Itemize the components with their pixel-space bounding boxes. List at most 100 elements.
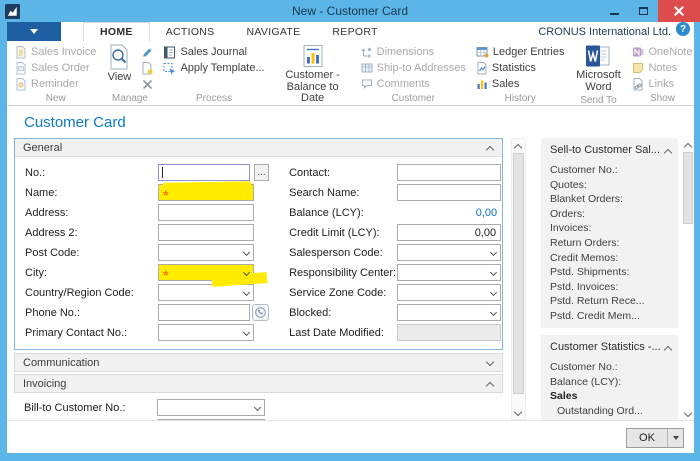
links-button[interactable]: Links bbox=[630, 77, 694, 91]
fasttab-invoicing[interactable]: Invoicing bbox=[14, 374, 503, 393]
factbox-item[interactable]: Balance (LCY): bbox=[550, 375, 672, 390]
factbox-item[interactable]: Customer No.: bbox=[550, 360, 672, 375]
salesperson-select[interactable] bbox=[397, 244, 501, 261]
bill-to-customer-select[interactable] bbox=[157, 399, 265, 416]
scroll-up-icon[interactable] bbox=[682, 138, 694, 151]
sales-journal-button[interactable]: Sales Journal bbox=[161, 45, 266, 59]
factbox-item[interactable]: Customer No.: bbox=[550, 163, 672, 178]
factbox-item[interactable]: Return Orders: bbox=[550, 236, 672, 251]
dropdown-chevron-icon[interactable] bbox=[243, 329, 250, 336]
factbox-item[interactable]: Pstd. Return Rece... bbox=[550, 294, 672, 309]
scrollbar-thumb[interactable] bbox=[513, 153, 524, 394]
maximize-button[interactable] bbox=[629, 0, 658, 22]
collapse-up-icon[interactable] bbox=[665, 344, 672, 351]
factbox-item[interactable]: Invoices: bbox=[550, 221, 672, 236]
factbox-item[interactable]: Orders: bbox=[550, 207, 672, 222]
reminder-button[interactable]: Reminder bbox=[13, 77, 98, 91]
factbox-item[interactable]: Pstd. Shipments: bbox=[550, 265, 672, 280]
dropdown-chevron-icon[interactable] bbox=[490, 249, 497, 256]
balance-value-link[interactable]: 0,00 bbox=[397, 207, 501, 219]
contact-input[interactable] bbox=[397, 164, 501, 181]
comments-button[interactable]: Comments bbox=[359, 77, 468, 91]
factbox-title[interactable]: Sell-to Customer Sal... bbox=[550, 144, 672, 156]
factbox-item[interactable]: Outstanding Ord... bbox=[550, 404, 672, 419]
service-zone-select[interactable] bbox=[397, 284, 501, 301]
phone-input[interactable] bbox=[158, 304, 250, 321]
titlebar: New - Customer Card bbox=[0, 0, 700, 22]
ledger-entries-button[interactable]: Ledger Entries bbox=[474, 45, 567, 59]
phone-button[interactable] bbox=[252, 304, 269, 321]
scrollbar-track[interactable] bbox=[682, 225, 694, 407]
statistics-button[interactable]: Statistics bbox=[474, 61, 567, 75]
edit-button[interactable] bbox=[139, 46, 155, 59]
apply-template-icon bbox=[163, 62, 176, 75]
collapse-up-icon[interactable] bbox=[487, 380, 494, 387]
main-scrollbar[interactable] bbox=[511, 138, 526, 420]
dropdown-chevron-icon[interactable] bbox=[490, 309, 497, 316]
notes-button[interactable]: Notes bbox=[630, 61, 694, 75]
new-document-button[interactable] bbox=[139, 62, 155, 75]
sales-invoice-button[interactable]: Sales Invoice bbox=[13, 45, 98, 59]
factbox-item[interactable]: Quotes: bbox=[550, 178, 672, 193]
blocked-select[interactable] bbox=[397, 304, 501, 321]
tab-home[interactable]: HOME bbox=[83, 22, 150, 41]
country-region-select[interactable] bbox=[158, 284, 254, 301]
dropdown-chevron-icon[interactable] bbox=[490, 289, 497, 296]
fasttab-communication[interactable]: Communication bbox=[14, 353, 503, 372]
group-label-manage: Manage bbox=[104, 92, 155, 105]
delete-button[interactable] bbox=[139, 78, 155, 91]
address-input[interactable] bbox=[158, 204, 254, 221]
tab-report[interactable]: REPORT bbox=[316, 22, 393, 41]
collapse-up-icon[interactable] bbox=[665, 147, 672, 154]
factbox-item[interactable]: Pstd. Credit Mem... bbox=[550, 309, 672, 324]
no-input[interactable] bbox=[158, 164, 250, 181]
microsoft-word-button[interactable]: Microsoft Word bbox=[569, 43, 627, 94]
city-select[interactable]: * bbox=[158, 264, 254, 281]
dropdown-chevron-icon[interactable] bbox=[243, 289, 250, 296]
search-name-input[interactable] bbox=[397, 184, 501, 201]
collapse-up-icon[interactable] bbox=[487, 144, 494, 151]
close-button[interactable] bbox=[658, 0, 700, 22]
dropdown-chevron-icon[interactable] bbox=[490, 269, 497, 276]
post-code-select[interactable] bbox=[158, 244, 254, 261]
apply-template-button[interactable]: Apply Template... bbox=[161, 61, 266, 75]
primary-contact-select[interactable] bbox=[158, 324, 254, 341]
factbox-item[interactable]: Pstd. Invoices: bbox=[550, 280, 672, 295]
dropdown-chevron-icon[interactable] bbox=[243, 249, 250, 256]
name-input[interactable]: * bbox=[158, 184, 254, 201]
ok-dropdown-button[interactable] bbox=[667, 429, 683, 447]
customer-balance-to-date-button[interactable]: Customer - Balance to Date bbox=[271, 43, 355, 106]
view-icon bbox=[107, 44, 131, 70]
scroll-down-icon[interactable] bbox=[512, 406, 525, 419]
ship-to-addresses-button[interactable]: Ship-to Addresses bbox=[359, 61, 468, 75]
tab-navigate[interactable]: NAVIGATE bbox=[230, 22, 316, 41]
sales-invoice-icon bbox=[15, 46, 27, 59]
factbox-item[interactable]: Blanket Orders: bbox=[550, 192, 672, 207]
dropdown-chevron-icon[interactable] bbox=[254, 404, 261, 411]
dimensions-button[interactable]: Dimensions bbox=[359, 45, 468, 59]
credit-limit-input[interactable]: 0,00 bbox=[397, 224, 501, 241]
tab-actions[interactable]: ACTIONS bbox=[150, 22, 231, 41]
scroll-up-icon[interactable] bbox=[512, 139, 525, 152]
view-button[interactable]: View bbox=[104, 43, 134, 85]
menu-dropdown-icon bbox=[30, 29, 38, 34]
minimize-button[interactable] bbox=[600, 0, 629, 22]
address2-input[interactable] bbox=[158, 224, 254, 241]
sales-order-button[interactable]: Sales Order bbox=[13, 61, 98, 75]
company-name[interactable]: CRONUS International Ltd. bbox=[538, 22, 671, 41]
system-menu-button[interactable] bbox=[7, 22, 61, 41]
sales-button[interactable]: Sales bbox=[474, 77, 567, 91]
scrollbar-thumb[interactable] bbox=[683, 152, 693, 224]
factbox-scrollbar[interactable] bbox=[682, 138, 694, 420]
assist-edit-button[interactable]: ... bbox=[254, 164, 269, 181]
ok-button[interactable]: OK bbox=[626, 428, 684, 448]
expand-down-icon[interactable] bbox=[487, 359, 494, 366]
factbox-item[interactable]: Credit Memos: bbox=[550, 251, 672, 266]
general-header[interactable]: General bbox=[15, 139, 502, 157]
factbox-title[interactable]: Customer Statistics -... bbox=[550, 341, 672, 353]
scroll-down-icon[interactable] bbox=[682, 407, 694, 420]
field-phone: Phone No.: bbox=[25, 304, 271, 321]
onenote-button[interactable]: OneNote bbox=[630, 45, 694, 59]
help-icon[interactable]: ? bbox=[676, 22, 690, 36]
responsibility-center-select[interactable] bbox=[397, 264, 501, 281]
